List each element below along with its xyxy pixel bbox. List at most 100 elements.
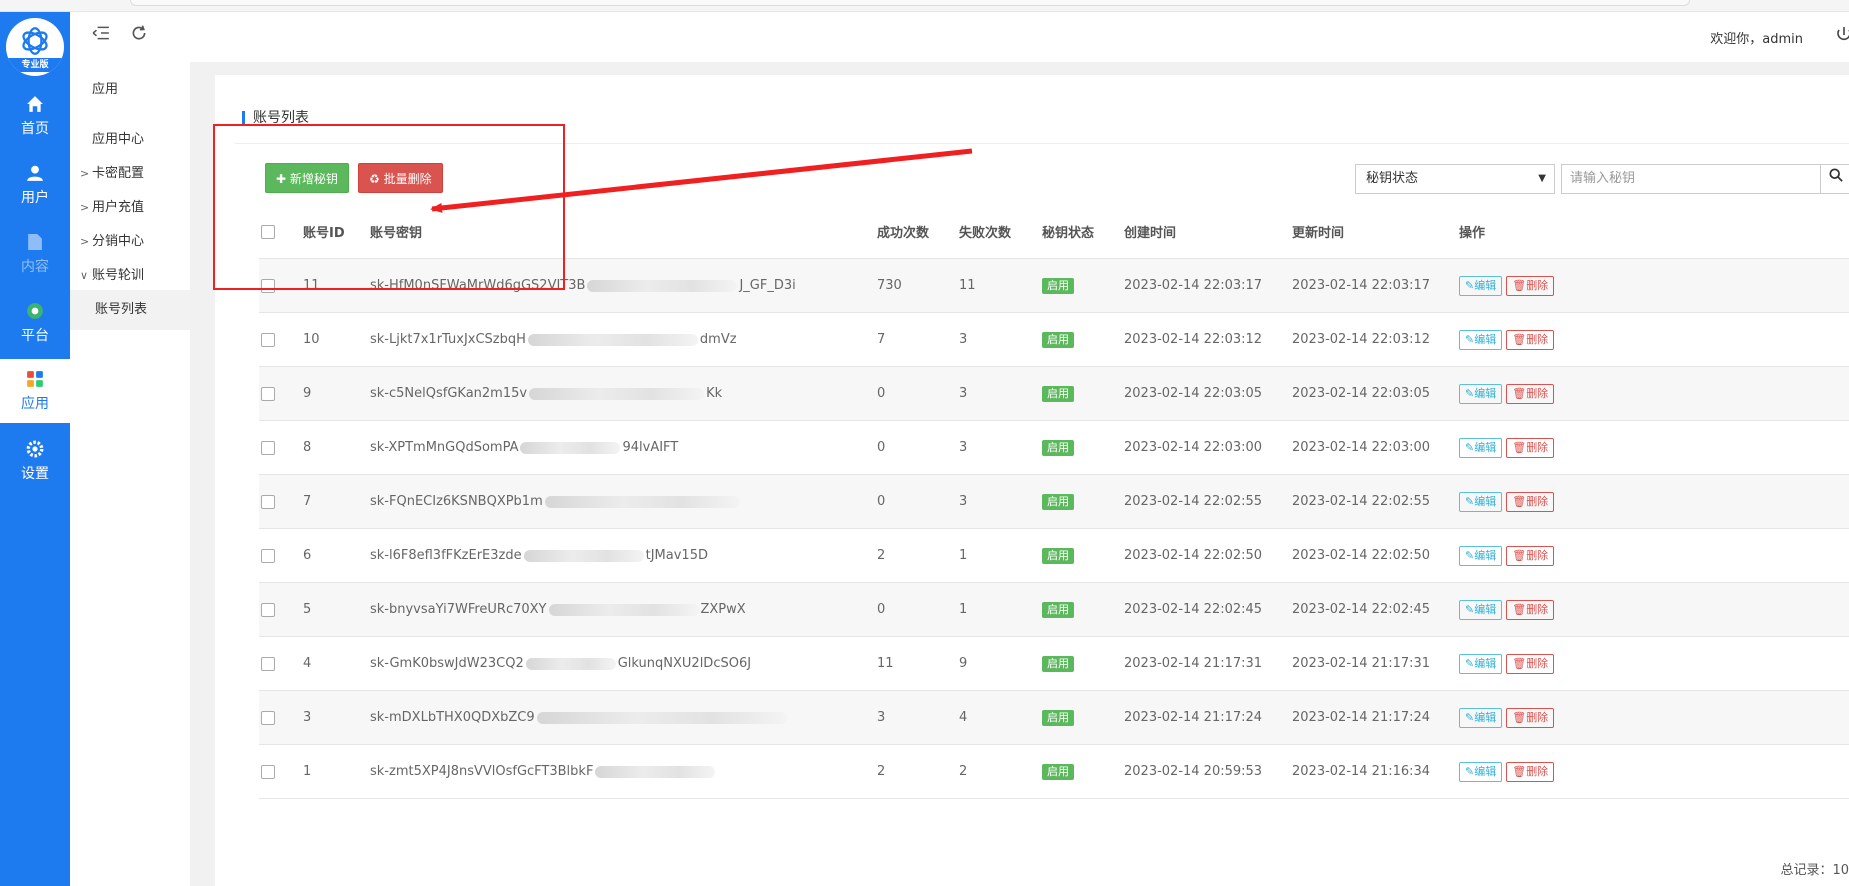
edit-button[interactable]: ✎编辑 — [1459, 329, 1503, 350]
address-bar[interactable] — [130, 0, 1690, 6]
table-row[interactable]: 6 sk-l6F8efl3fFKzErE3zde tJMav15D 2 1 启用 2023-… — [259, 529, 1849, 583]
cell-fail: 3 — [959, 332, 968, 347]
nav-home[interactable]: 首页 — [0, 84, 70, 148]
delete-button[interactable]: 🗑删除 — [1506, 329, 1555, 350]
app-logo[interactable]: 专业版 — [6, 18, 64, 76]
row-checkbox-cell — [261, 637, 275, 690]
edit-button[interactable]: ✎编辑 — [1459, 491, 1503, 512]
edit-button[interactable]: ✎编辑 — [1459, 275, 1503, 296]
key-visible-head: sk-GmK0bswJdW23CQ2 — [370, 656, 524, 671]
edit-button[interactable]: ✎编辑 — [1459, 599, 1503, 620]
edit-button[interactable]: ✎编辑 — [1459, 437, 1503, 458]
col-success[interactable]: 成功次数 — [877, 205, 929, 258]
refresh-icon[interactable] — [130, 24, 148, 42]
cell-status: 启用 — [1042, 313, 1074, 366]
edit-label: 编辑 — [1474, 494, 1497, 508]
cell-status: 启用 — [1042, 691, 1074, 744]
power-icon[interactable] — [1835, 26, 1849, 44]
row-checkbox[interactable] — [261, 440, 275, 455]
key-visible-tail: Kk — [706, 386, 723, 401]
delete-label: 删除 — [1526, 386, 1549, 400]
delete-button[interactable]: 🗑删除 — [1506, 437, 1555, 458]
search-button[interactable] — [1821, 164, 1849, 194]
cell-success: 730 — [877, 278, 902, 293]
table-row[interactable]: 8 sk-XPTmMnGQdSomPA 94lvAIFT 0 3 启用 2023-02-14… — [259, 421, 1849, 475]
key-visible-head: sk-zmt5XP4J8nsVVlOsfGcFT3BlbkF — [370, 764, 594, 779]
col-updated[interactable]: 更新时间 — [1292, 205, 1344, 258]
cell-actions: ✎编辑 🗑删除 — [1459, 259, 1555, 312]
nav-user-label: 用户 — [21, 190, 49, 206]
table-row[interactable]: 3 sk-mDXLbTHX0QDXbZC9 3 4 启用 2023-02-14 21:17… — [259, 691, 1849, 745]
collapse-menu-icon[interactable] — [92, 24, 110, 42]
col-status[interactable]: 秘钥状态 — [1042, 205, 1094, 258]
redaction-blur — [595, 765, 716, 778]
cell-updated: 2023-02-14 22:03:00 — [1292, 440, 1431, 455]
cell-fail: 9 — [959, 656, 968, 671]
delete-button[interactable]: 🗑删除 — [1506, 491, 1555, 512]
trash-icon: 🗑 — [1512, 494, 1527, 508]
row-checkbox[interactable] — [261, 332, 275, 347]
nav-content[interactable]: 内容 — [0, 222, 70, 286]
row-checkbox[interactable] — [261, 494, 275, 509]
total-records: 总记录：10 — [1780, 863, 1849, 878]
nav-user[interactable]: 用户 — [0, 153, 70, 217]
file-icon — [28, 234, 42, 250]
key-search-input[interactable]: 请输入秘钥 — [1561, 164, 1821, 194]
pencil-icon: ✎ — [1465, 548, 1475, 562]
subnav-item-label: 用户充值 — [92, 200, 145, 215]
row-checkbox[interactable] — [261, 656, 275, 671]
table-row[interactable]: 1 sk-zmt5XP4J8nsVVlOsfGcFT3BlbkF 2 2 启用 2023-… — [259, 745, 1849, 799]
delete-button[interactable]: 🗑删除 — [1506, 545, 1555, 566]
row-checkbox[interactable] — [261, 710, 275, 725]
table-row[interactable]: 5 sk-bnyvsaYi7WFreURc70XY ZXPwX 0 1 启用 2023-02… — [259, 583, 1849, 637]
pencil-icon: ✎ — [1465, 278, 1475, 292]
key-visible-head: sk-XPTmMnGQdSomPA — [370, 440, 519, 455]
cell-success: 0 — [877, 602, 886, 617]
table-row[interactable]: 9 sk-c5NelQsfGKan2m15v Kk 0 3 启用 2023-02-14 22… — [259, 367, 1849, 421]
secondary-sidebar: 应用 应用中心 > 卡密配置 > 用户充值 > 分销中心 ∨ 账号轮训 账号列表 — [70, 62, 190, 886]
row-checkbox-cell — [261, 421, 275, 474]
edit-button[interactable]: ✎编辑 — [1459, 761, 1503, 782]
table-row[interactable]: 7 sk-FQnECIz6KSNBQXPb1m 0 3 启用 2023-02-14 22:… — [259, 475, 1849, 529]
edit-button[interactable]: ✎编辑 — [1459, 653, 1503, 674]
table-row[interactable]: 4 sk-GmK0bswJdW23CQ2 GlkunqNXU2lDcSO6J 11 9 启… — [259, 637, 1849, 691]
row-checkbox[interactable] — [261, 764, 275, 779]
cell-created: 2023-02-14 21:17:24 — [1124, 710, 1263, 725]
cell-status: 启用 — [1042, 475, 1074, 528]
nav-content-label: 内容 — [21, 259, 49, 275]
subnav-item-account-list[interactable]: 账号列表 — [70, 290, 190, 330]
cell-created: 2023-02-14 20:59:53 — [1124, 764, 1263, 779]
col-created[interactable]: 创建时间 — [1124, 205, 1176, 258]
table-row[interactable]: 10 sk-Ljkt7x1rTuxJxCSzbqH dmVz 7 3 启用 2023-02-… — [259, 313, 1849, 367]
nav-platform[interactable]: 平台 — [0, 291, 70, 355]
edit-button[interactable]: ✎编辑 — [1459, 383, 1503, 404]
redaction-blur — [529, 387, 705, 400]
delete-button[interactable]: 🗑删除 — [1506, 275, 1555, 296]
nav-settings[interactable]: 设置 — [0, 429, 70, 493]
cell-success: 11 — [877, 656, 894, 671]
redaction-blur — [536, 711, 787, 724]
edit-label: 编辑 — [1474, 440, 1497, 454]
cell-actions: ✎编辑 🗑删除 — [1459, 475, 1555, 528]
delete-button[interactable]: 🗑删除 — [1506, 761, 1555, 782]
nav-apps[interactable]: 应用 — [0, 359, 70, 423]
delete-button[interactable]: 🗑删除 — [1506, 383, 1555, 404]
row-checkbox[interactable] — [261, 548, 275, 563]
cell-status: 启用 — [1042, 637, 1074, 690]
status-select-value: 秘钥状态 — [1366, 171, 1419, 186]
row-checkbox[interactable] — [261, 386, 275, 401]
col-fail[interactable]: 失败次数 — [959, 205, 1011, 258]
edit-button[interactable]: ✎编辑 — [1459, 545, 1503, 566]
edit-label: 编辑 — [1474, 602, 1497, 616]
primary-sidebar: 专业版 首页 用户 内容 平台 应用 设置 — [0, 12, 70, 886]
delete-button[interactable]: 🗑删除 — [1506, 653, 1555, 674]
cell-id: 3 — [303, 710, 312, 725]
row-checkbox[interactable] — [261, 602, 275, 617]
delete-button[interactable]: 🗑删除 — [1506, 707, 1555, 728]
status-badge: 启用 — [1042, 277, 1074, 294]
delete-button[interactable]: 🗑删除 — [1506, 599, 1555, 620]
delete-label: 删除 — [1526, 710, 1549, 724]
status-select[interactable]: 秘钥状态 ▼ — [1355, 164, 1555, 194]
edit-button[interactable]: ✎编辑 — [1459, 707, 1503, 728]
trash-icon: 🗑 — [1512, 602, 1527, 616]
